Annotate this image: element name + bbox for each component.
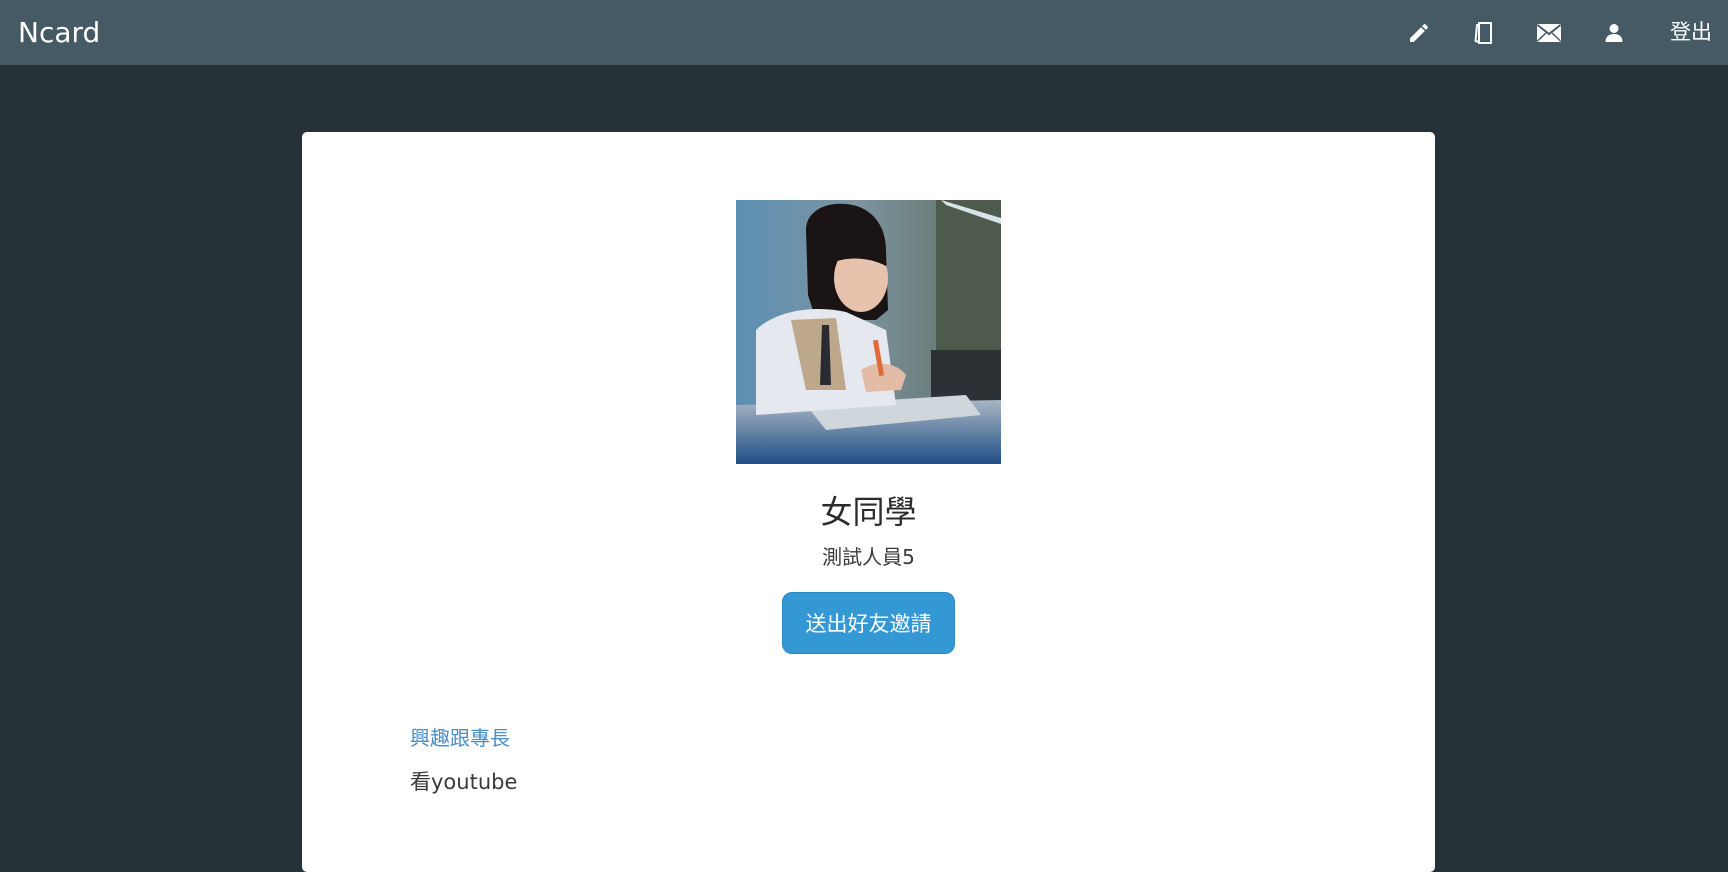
user-icon[interactable]	[1601, 20, 1627, 46]
profile-card: 女同學 測試人員5 送出好友邀請 興趣跟專長 看youtube	[302, 132, 1435, 872]
interests-heading: 興趣跟專長	[410, 726, 510, 750]
logout-link[interactable]: 登出	[1670, 0, 1712, 65]
profile-name: 女同學	[820, 493, 917, 531]
profile-photo	[736, 200, 1001, 464]
top-navbar: Ncard 登出	[0, 0, 1728, 65]
profile-nickname: 測試人員5	[822, 545, 915, 569]
send-friend-invite-button[interactable]: 送出好友邀請	[782, 592, 955, 654]
mail-icon[interactable]	[1536, 20, 1562, 46]
pencil-icon[interactable]	[1406, 20, 1432, 46]
brand-logo[interactable]: Ncard	[18, 0, 100, 65]
interests-text: 看youtube	[410, 770, 518, 794]
cards-icon[interactable]	[1471, 20, 1497, 46]
